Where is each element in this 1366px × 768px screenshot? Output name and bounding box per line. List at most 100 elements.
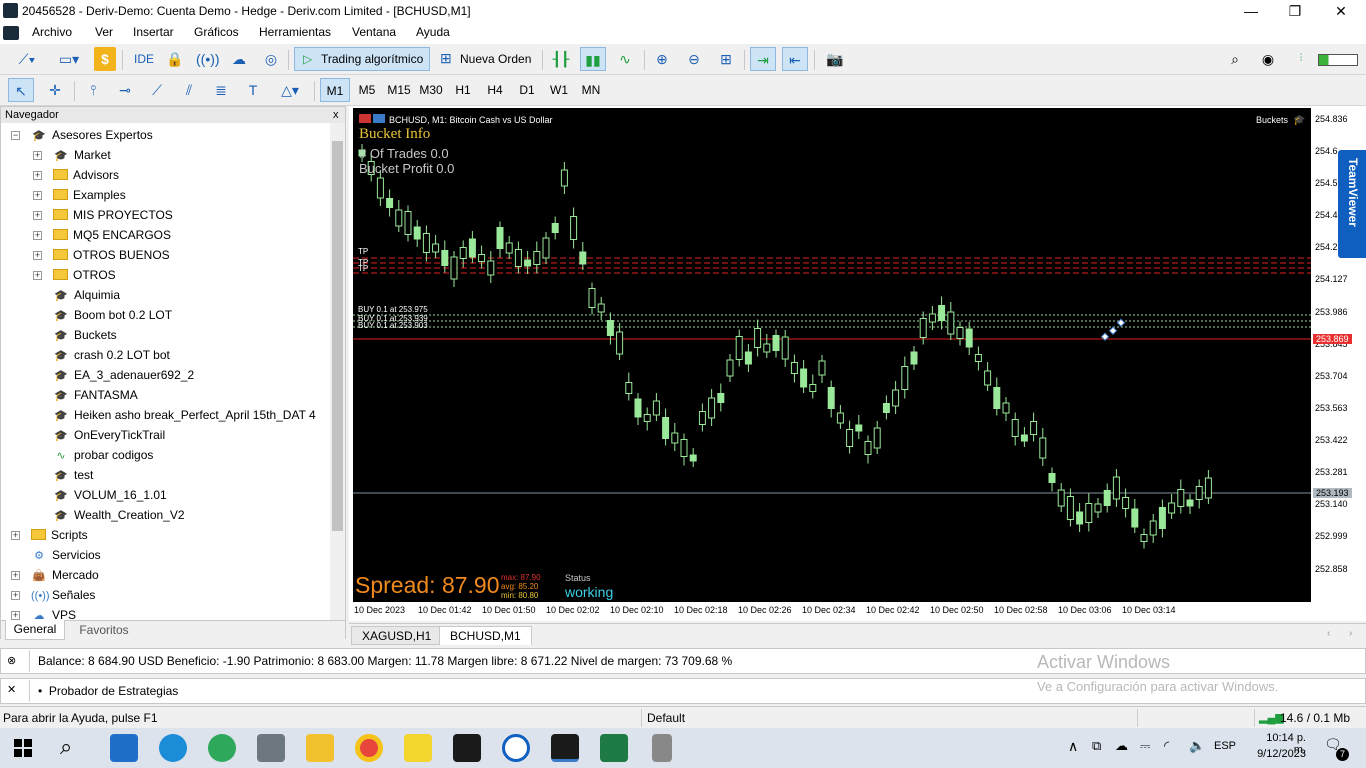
metatrader-icon[interactable] [551, 734, 579, 762]
tray-volume-icon[interactable]: 🔈 [1189, 738, 1205, 754]
zoom-in-icon[interactable]: ⊕ [650, 47, 674, 71]
tf-w1[interactable]: W1 [544, 78, 574, 102]
deriv-app-icon[interactable] [453, 734, 481, 762]
nav-scripts[interactable]: Scripts [31, 525, 88, 545]
price-chart[interactable]: BCHUSD, M1: Bitcoin Cash vs US Dollar Bu… [353, 108, 1311, 602]
ide-button[interactable]: IDE [134, 47, 154, 71]
candlestick-icon[interactable]: ▮▮ [580, 47, 606, 71]
nav-item-ea-3-adenauer692-2[interactable]: 🎓 EA_3_adenauer692_2 [53, 365, 194, 385]
text-icon[interactable]: T [240, 78, 266, 102]
menu-app-icon[interactable] [3, 26, 19, 40]
chart-tab-bchusd[interactable]: BCHUSD,M1 [439, 626, 532, 645]
nav-item-examples[interactable]: Examples [53, 185, 126, 205]
tree-expander-icon[interactable]: + [11, 531, 20, 540]
cursor-icon[interactable]: ↖ [8, 78, 34, 102]
chart-tab-xagusd[interactable]: XAGUSD,H1 [351, 626, 443, 645]
tray-chevron-icon[interactable]: ∧ [1068, 738, 1078, 755]
menu-graficos[interactable]: Gráficos [194, 25, 239, 39]
sticky-notes-icon[interactable] [404, 734, 432, 762]
bar-chart-icon[interactable]: ┨┠ [548, 47, 574, 71]
nav-item-market[interactable]: 🎓 Market [53, 145, 111, 165]
tree-expander-icon[interactable]: + [11, 571, 20, 580]
tab-general[interactable]: General [5, 620, 65, 640]
tf-h1[interactable]: H1 [448, 78, 478, 102]
teamviewer-tab[interactable]: TeamViewer [1338, 150, 1366, 258]
nav-root-expert-advisors[interactable]: 🎓 Asesores Expertos [31, 125, 153, 145]
channel-icon[interactable]: ⫽ [176, 78, 202, 102]
tree-expander-icon[interactable]: + [11, 591, 20, 600]
signal-icon[interactable]: ((•)) [196, 47, 220, 71]
tree-expander-icon[interactable]: + [33, 151, 42, 160]
maximize-button[interactable]: ❐ [1272, 0, 1318, 22]
nav-item-wealth-creation-v2[interactable]: 🎓 Wealth_Creation_V2 [53, 505, 184, 525]
nav-item-advisors[interactable]: Advisors [53, 165, 119, 185]
lock-icon[interactable]: 🔒 [164, 47, 186, 71]
autoscroll-icon[interactable]: ⇥ [750, 47, 776, 71]
mail-icon[interactable] [110, 734, 138, 762]
tree-expander-icon[interactable]: + [33, 191, 42, 200]
dollar-icon[interactable]: $ [94, 47, 116, 71]
search-icon[interactable]: ⌕ [1224, 47, 1246, 71]
toolbox-close-icon[interactable]: ⊗ [7, 654, 16, 667]
tf-m15[interactable]: M15 [384, 78, 414, 102]
chart-shift-icon[interactable]: ⇤ [782, 47, 808, 71]
tester-label[interactable]: • Probador de Estrategias [38, 684, 178, 698]
nav-item-otros[interactable]: OTROS [53, 265, 116, 285]
templates-icon[interactable]: ▭▾ [50, 47, 88, 71]
new-chart-icon[interactable]: ⟋▾ [10, 47, 44, 71]
nav-item-boom-bot-0-2-lot[interactable]: 🎓 Boom bot 0.2 LOT [53, 305, 172, 325]
nav-item-heiken-asho-break-perfect-april-15th-dat-4[interactable]: 🎓 Heiken asho break_Perfect_April 15th_DA… [53, 405, 316, 425]
nav-mercado[interactable]: 👜 Mercado [31, 565, 99, 585]
file-explorer-icon[interactable] [306, 734, 334, 762]
vertical-line-icon[interactable]: ⫯ [80, 78, 106, 102]
time-axis[interactable]: 10 Dec 2023 10 Dec 01:42 10 Dec 01:50 10 De… [353, 602, 1311, 621]
line-chart-icon[interactable]: ∿ [612, 47, 638, 71]
tf-m1[interactable]: M1 [320, 78, 350, 102]
algo-trading-button[interactable]: ▷ Trading algorítmico [294, 47, 430, 71]
zoom-out-icon[interactable]: ⊖ [682, 47, 706, 71]
nav-item-test[interactable]: 🎓 test [53, 465, 93, 485]
tree-expander-icon[interactable]: + [33, 251, 42, 260]
nav-item-alquimia[interactable]: 🎓 Alquimia [53, 285, 120, 305]
nav-vps[interactable]: ☁ VPS [31, 605, 77, 620]
navigator-close-button[interactable]: x [333, 107, 339, 123]
edge-icon[interactable] [208, 734, 236, 762]
nav-item-crash-0-2-lot-bot[interactable]: 🎓 crash 0.2 LOT bot [53, 345, 170, 365]
nav-item-mis-proyectos[interactable]: MIS PROYECTOS [53, 205, 173, 225]
signal-strength-icon[interactable]: ⫶ [1290, 47, 1312, 71]
tf-m5[interactable]: M5 [352, 78, 382, 102]
new-order-button[interactable]: ⊞ Nueva Orden [436, 47, 536, 71]
tf-h4[interactable]: H4 [480, 78, 510, 102]
nav-item-probar-codigos[interactable]: ∿ probar codigos [53, 445, 153, 465]
phone-icon[interactable] [652, 734, 672, 762]
tree-expander-icon[interactable]: + [33, 271, 42, 280]
teamviewer-icon[interactable] [502, 734, 530, 762]
nav-servicios[interactable]: ⚙ Servicios [31, 545, 101, 565]
close-button[interactable]: ✕ [1318, 0, 1364, 22]
tf-m30[interactable]: M30 [416, 78, 446, 102]
menu-herramientas[interactable]: Herramientas [259, 25, 331, 39]
navigator-scrollbar[interactable] [330, 123, 345, 620]
nav-item-volum-16-1-01[interactable]: 🎓 VOLUM_16_1.01 [53, 485, 167, 505]
tray-wifi-icon[interactable]: ◜ [1164, 738, 1169, 754]
tree-expander-icon[interactable]: + [11, 611, 20, 620]
grid-icon[interactable]: ⊞ [714, 47, 738, 71]
screenshot-icon[interactable]: 📷 [822, 47, 848, 71]
menu-ver[interactable]: Ver [95, 25, 113, 39]
chrome-icon[interactable] [355, 734, 383, 762]
account-icon[interactable]: ◉ [1257, 47, 1279, 71]
tray-language[interactable]: ESP [1214, 740, 1236, 752]
nav-item-mq5-encargos[interactable]: MQ5 ENCARGOS [53, 225, 171, 245]
tab-scroll-right-icon[interactable]: › [1349, 628, 1352, 639]
crosshair-icon[interactable]: ✛ [42, 78, 68, 102]
nav-item-otros-buenos[interactable]: OTROS BUENOS [53, 245, 170, 265]
tf-mn[interactable]: MN [576, 78, 606, 102]
windows-start-icon[interactable] [14, 739, 32, 757]
tree-expander-icon[interactable]: + [33, 231, 42, 240]
shapes-icon[interactable]: △▾ [272, 78, 308, 102]
menu-insertar[interactable]: Insertar [133, 25, 174, 39]
tree-expander-icon[interactable]: + [33, 171, 42, 180]
nav-item-oneveryticktrail[interactable]: 🎓 OnEveryTickTrail [53, 425, 165, 445]
taskbar-search-icon[interactable]: ⌕ [60, 734, 72, 760]
minimize-button[interactable]: — [1228, 0, 1274, 22]
